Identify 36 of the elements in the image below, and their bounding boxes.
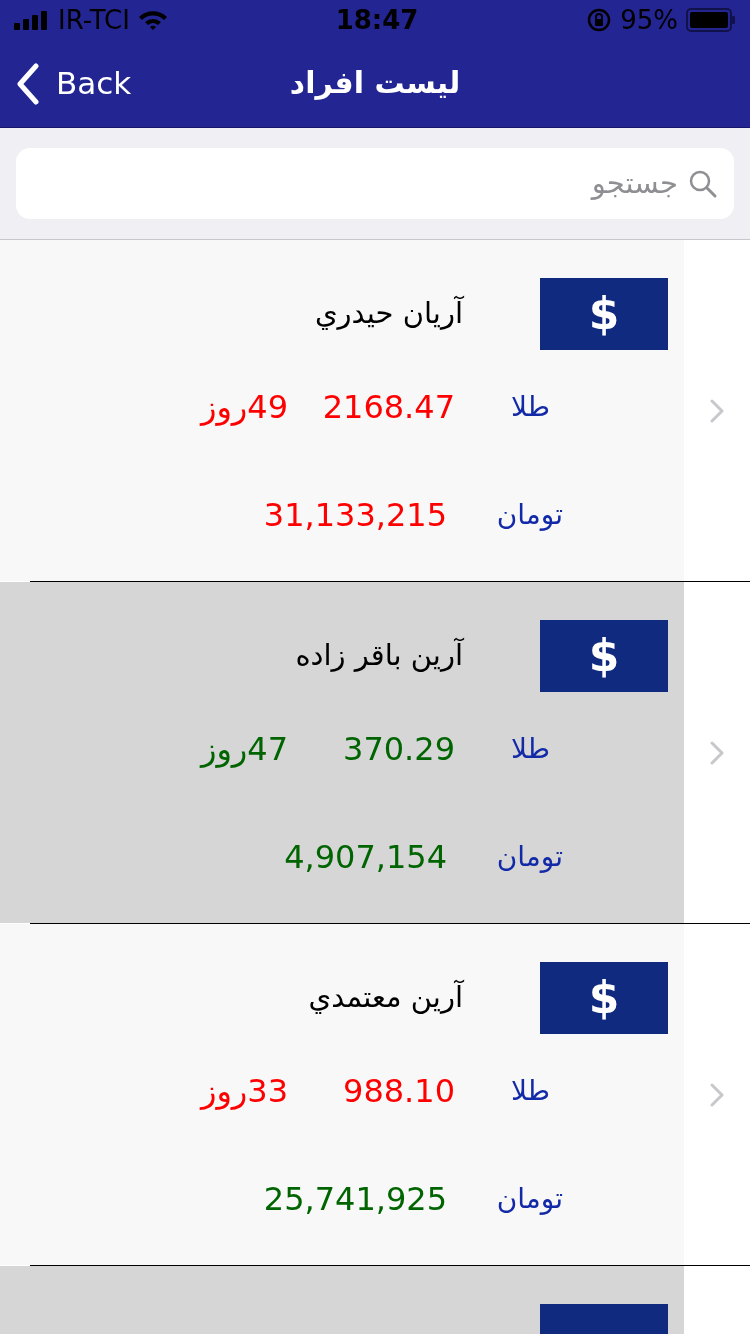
person-name: آريان حيدري — [314, 295, 463, 333]
unit-label: طلا — [510, 1073, 550, 1109]
chevron-right-icon — [710, 741, 724, 765]
amount-value: 2168.47 — [325, 387, 455, 428]
days-value: 47روز — [200, 729, 288, 770]
amount-value: 370.29 — [342, 729, 455, 770]
unit-label: طلا — [510, 731, 550, 767]
dollar-badge: $ — [540, 962, 668, 1034]
back-button[interactable]: Back — [0, 60, 132, 107]
status-time: 18:47 — [335, 3, 419, 37]
days-value: 33روز — [200, 1071, 288, 1112]
dollar-badge: $ — [540, 278, 668, 350]
carrier-name: IR-TCI — [58, 3, 130, 37]
toman-value: 4,907,154 — [284, 837, 447, 878]
toman-label: تومان — [495, 497, 563, 533]
page-title: ليست افراد — [289, 64, 461, 102]
unit-label: طلا — [510, 389, 550, 425]
amount-value: 988.10 — [342, 1071, 455, 1112]
toman-label: تومان — [495, 1181, 563, 1217]
days-value: 49روز — [200, 387, 288, 428]
search-field[interactable]: جستجو — [16, 148, 734, 219]
toman-value: 25,741,925 — [263, 1179, 447, 1220]
signal-icon — [14, 10, 50, 30]
rotation-lock-icon — [586, 7, 613, 33]
toman-label: تومان — [495, 839, 563, 875]
search-icon — [688, 168, 718, 199]
dollar-badge: $ — [540, 620, 668, 692]
wifi-icon — [137, 9, 168, 31]
chevron-left-icon — [16, 62, 40, 105]
person-name: آرين باقر زاده — [295, 637, 463, 675]
chevron-right-icon — [710, 1083, 724, 1107]
chevron-right-icon — [710, 399, 724, 423]
person-name: آرين معتمدي — [308, 979, 463, 1017]
battery-percent: 95% — [620, 3, 678, 37]
toman-value: 31,133,215 — [263, 495, 447, 536]
battery-icon — [686, 8, 736, 32]
